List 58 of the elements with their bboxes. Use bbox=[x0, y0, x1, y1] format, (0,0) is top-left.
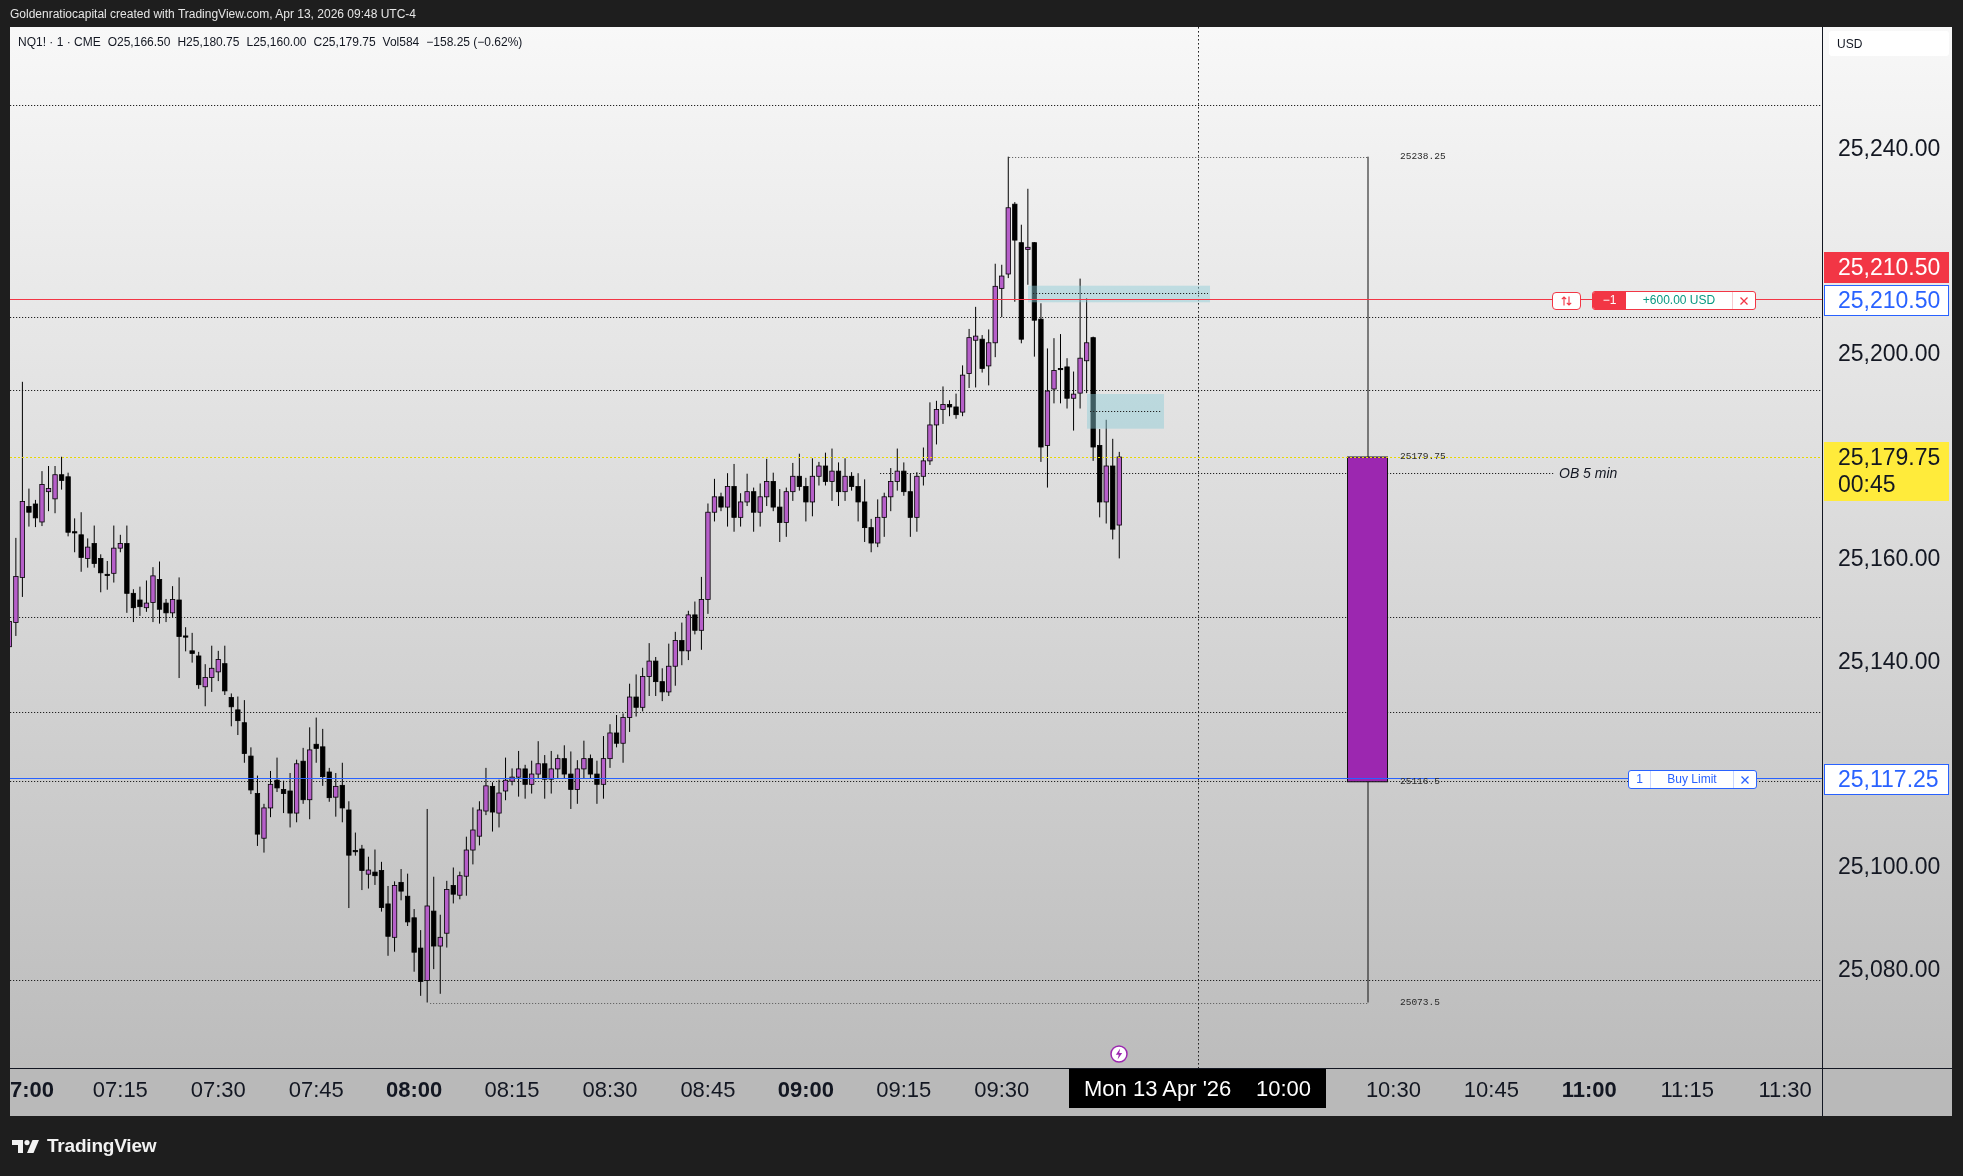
header-caption: Goldenratiocapital created with TradingView.com, Apr 13, 2026 09:48 UTC-4 bbox=[10, 6, 416, 21]
time-tick-label: 11:00 bbox=[1560, 1076, 1618, 1103]
close-icon bbox=[1741, 775, 1749, 784]
price-tick-label: 25,080.00 bbox=[1838, 956, 1941, 983]
ohlc-value: C25,179.75 bbox=[313, 34, 376, 50]
ohlc-value: O25,166.50 bbox=[107, 34, 171, 50]
range-price-label: 25073.5 bbox=[1400, 996, 1440, 1009]
ohlc-value: L25,160.00 bbox=[246, 34, 307, 50]
time-tick-label: 08:00 bbox=[384, 1076, 444, 1103]
position-quantity: −1 bbox=[1593, 292, 1626, 309]
time-tick-label: 08:30 bbox=[581, 1076, 639, 1103]
ohlc-value: H25,180.75 bbox=[177, 34, 240, 50]
time-tick-label: 11:30 bbox=[1757, 1076, 1813, 1103]
price-tick-label: 25,160.00 bbox=[1838, 545, 1941, 572]
position-tag[interactable]: −1 +600.00 USD bbox=[1592, 291, 1756, 310]
time-tick-label: 09:15 bbox=[875, 1076, 933, 1103]
price-axis[interactable]: USD 25,240.00 25,210.50 25,210.50 25,200.00 25,179.75 00:45 25,160.00 25,140.00 25,117.25 25,100.00 25,080.00 bbox=[1822, 27, 1952, 1068]
close-icon bbox=[1740, 296, 1748, 305]
time-tick-label: 09:30 bbox=[973, 1076, 1031, 1103]
time-tick-label: 10:45 bbox=[1462, 1076, 1520, 1103]
order-tag[interactable]: 1 Buy Limit bbox=[1628, 770, 1757, 789]
brand-name: TradingView bbox=[47, 1135, 157, 1157]
currency-button[interactable]: USD bbox=[1829, 31, 1949, 56]
price-tick-label: 25,240.00 bbox=[1838, 134, 1941, 161]
time-axis[interactable]: 7:00 07:15 07:30 07:45 08:00 08:15 08:30 08:45 09:00 09:15 09:30 Mon 13 Apr '26 10:00 10:30 10:45 11:00 11:15 11:30 bbox=[10, 1068, 1822, 1116]
legend-symbol: NQ1! · 1 · CME bbox=[18, 34, 101, 50]
price-tick-label: 25,200.00 bbox=[1838, 340, 1941, 367]
order-price-label: 25,117.25 bbox=[1824, 764, 1949, 795]
range-price-label: 25238.25 bbox=[1400, 150, 1446, 163]
time-tick-label: 07:30 bbox=[189, 1076, 247, 1103]
range-price-label: 25116.5 bbox=[1400, 775, 1440, 788]
ohlc-value: Vol584 bbox=[382, 34, 420, 50]
time-tick-label: 7:00 bbox=[10, 1076, 56, 1103]
range-price-label: 25179.75 bbox=[1400, 451, 1446, 463]
position-price-label: 25,210.50 bbox=[1824, 252, 1949, 283]
time-tick-label: 08:15 bbox=[483, 1076, 541, 1103]
time-tick-label: 11:15 bbox=[1659, 1076, 1715, 1103]
order-type: Buy Limit bbox=[1651, 771, 1734, 788]
time-tick-label: 09:00 bbox=[776, 1076, 835, 1103]
last-price-text: 25,179.75 bbox=[1838, 444, 1942, 471]
lightning-icon[interactable] bbox=[1110, 1045, 1128, 1063]
tradingview-logo-icon bbox=[12, 1139, 39, 1153]
price-tick-label: 25,100.00 bbox=[1838, 853, 1941, 880]
crosshair-date: Mon 13 Apr '26 bbox=[1084, 1075, 1232, 1102]
countdown-text: 00:45 bbox=[1838, 471, 1897, 498]
price-change: −158.25 (−0.62%) bbox=[426, 34, 523, 50]
order-price-label: 25,210.50 bbox=[1824, 285, 1949, 316]
crosshair-time: 10:00 bbox=[1255, 1075, 1311, 1102]
time-tick-label: 07:15 bbox=[91, 1076, 149, 1103]
ob-label: OB 5 min bbox=[1559, 464, 1618, 482]
price-tick-label: 25,140.00 bbox=[1838, 648, 1941, 675]
up-down-arrows-icon bbox=[1561, 296, 1572, 306]
time-tick-label: 10:30 bbox=[1364, 1076, 1422, 1103]
reverse-button[interactable] bbox=[1552, 292, 1581, 310]
time-tick-label: 08:45 bbox=[679, 1076, 737, 1103]
order-quantity: 1 bbox=[1629, 771, 1651, 788]
time-tick-label: 07:45 bbox=[287, 1076, 345, 1103]
position-pnl: +600.00 USD bbox=[1626, 292, 1733, 309]
